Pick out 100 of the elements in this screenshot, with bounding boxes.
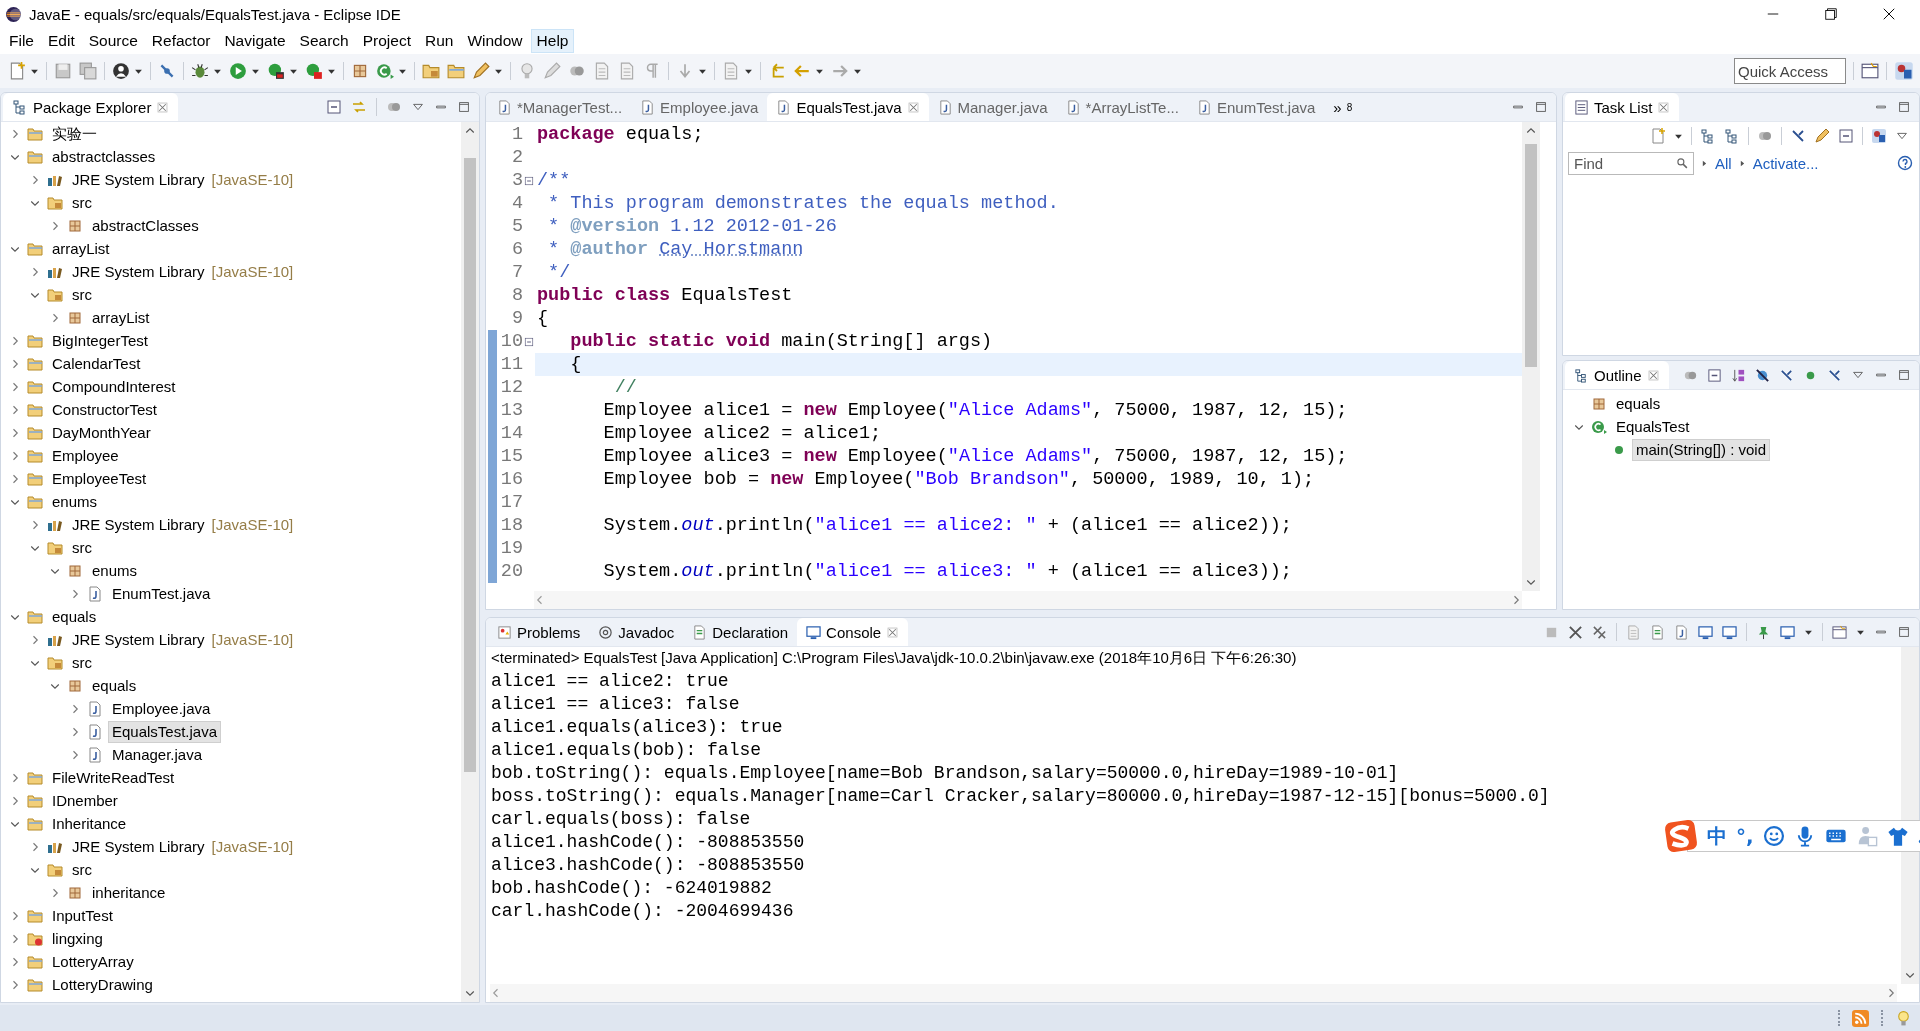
restore-icon[interactable]	[1824, 7, 1838, 21]
bug-icon[interactable]	[191, 62, 209, 80]
maximize-icon[interactable]	[457, 100, 471, 114]
new-console-icon[interactable]	[1832, 624, 1847, 640]
remove-all-icon[interactable]	[1592, 624, 1607, 640]
scrollbar[interactable]	[461, 122, 479, 1002]
tree-item[interactable]: JRE System Library	[68, 513, 209, 536]
sort-icon[interactable]	[1731, 367, 1746, 383]
input-mode-button[interactable]: 中	[1707, 822, 1727, 850]
editor-tab[interactable]: *ManagerTest...	[488, 93, 632, 121]
document-icon[interactable]	[1650, 624, 1665, 640]
tree-item[interactable]: src	[68, 651, 96, 674]
tree-item[interactable]: JRE System Library	[68, 260, 209, 283]
monitor-icon[interactable]	[1722, 624, 1737, 640]
package-icon[interactable]	[351, 62, 369, 80]
view-tab[interactable]: Declaration	[683, 618, 798, 646]
tree-item[interactable]: Employee	[48, 444, 123, 467]
tree-item[interactable]: EqualsTest	[1612, 415, 1694, 438]
editor-tab[interactable]: *ArrayListTe...	[1056, 93, 1188, 121]
help-icon[interactable]	[1897, 155, 1913, 171]
tree-item[interactable]: src	[68, 536, 96, 559]
editor-tab[interactable]: Manager.java	[928, 93, 1057, 121]
editor-tab[interactable]: EqualsTest.java	[767, 93, 929, 121]
collapse-all-icon[interactable]	[1838, 128, 1854, 144]
tree-item[interactable]: src	[68, 191, 96, 214]
tree-item[interactable]: equals	[48, 605, 101, 628]
document-icon[interactable]	[1674, 624, 1689, 640]
view-tab[interactable]: Outline	[1565, 361, 1669, 389]
logo-icon[interactable]	[1664, 819, 1698, 853]
view-tab[interactable]: Problems	[488, 618, 590, 646]
tree-item[interactable]: abstractClasses	[88, 214, 203, 237]
close-icon[interactable]	[1882, 7, 1896, 21]
tree-icon[interactable]	[1724, 128, 1740, 144]
tree-item[interactable]: Manager.java	[108, 743, 207, 766]
view-tab[interactable]: Javadoc	[589, 618, 684, 646]
tree-item[interactable]: EmployeeTest	[48, 467, 151, 490]
tree-item[interactable]: CompoundInterest	[48, 375, 180, 398]
lightbulb-icon[interactable]	[1895, 1009, 1912, 1027]
tree-item[interactable]: Employee.java	[108, 697, 215, 720]
rss-icon[interactable]	[1852, 1009, 1869, 1027]
perspective-icon[interactable]	[1894, 61, 1914, 81]
menu-item[interactable]: Run	[419, 29, 460, 53]
tree-item[interactable]: arrayList	[48, 237, 114, 260]
scrollbar[interactable]	[490, 984, 1897, 1002]
menu-item[interactable]: File	[3, 29, 40, 53]
slash-icon[interactable]	[158, 62, 176, 80]
filter-link[interactable]: All	[1715, 154, 1732, 172]
menu-item[interactable]: Help	[530, 29, 575, 53]
user-icon[interactable]	[112, 62, 130, 80]
find-field[interactable]: Find	[1568, 151, 1694, 175]
monitor-icon[interactable]	[1698, 624, 1713, 640]
tree-item[interactable]: equals	[1612, 392, 1665, 415]
tree-item[interactable]: enums	[48, 490, 102, 513]
tree-item[interactable]: equals	[88, 674, 141, 697]
class-icon[interactable]	[376, 62, 394, 80]
tree-item[interactable]: src	[68, 858, 96, 881]
window-icon[interactable]	[1861, 62, 1879, 80]
menu-item[interactable]: Project	[356, 29, 417, 53]
tree-item[interactable]: JRE System Library	[68, 168, 209, 191]
tree-item[interactable]: BigIntegerTest	[48, 329, 152, 352]
folder-icon[interactable]	[447, 62, 465, 80]
view-tab[interactable]: Console	[797, 618, 909, 646]
tree-item[interactable]: inheritance	[88, 881, 170, 904]
maximize-icon[interactable]	[1897, 100, 1911, 114]
toolbox-icon[interactable]	[305, 62, 323, 80]
folder-icon[interactable]	[422, 62, 440, 80]
tree-item[interactable]: IDnember	[48, 789, 122, 812]
tree-item[interactable]: enums	[88, 559, 142, 582]
collapse-all-icon[interactable]	[1707, 367, 1722, 383]
maximize-icon[interactable]	[1534, 100, 1548, 114]
tree-item[interactable]: Inheritance	[48, 812, 131, 835]
shirt-icon[interactable]	[1886, 825, 1909, 847]
menu-item[interactable]: Edit	[42, 29, 81, 53]
editor-tab[interactable]: Employee.java	[631, 93, 768, 121]
tree-item[interactable]: EqualsTest.java	[108, 720, 222, 743]
new-task-icon[interactable]	[1650, 128, 1666, 144]
tree-item[interactable]: src	[68, 283, 96, 306]
remove-icon[interactable]	[1568, 624, 1583, 640]
tree-item[interactable]: arrayList	[88, 306, 154, 329]
quick-access-field[interactable]: Quick Access	[1734, 58, 1846, 84]
disks-icon[interactable]	[79, 62, 97, 80]
tree-item[interactable]: DayMonthYear	[48, 421, 155, 444]
slash-icon[interactable]	[1790, 128, 1806, 144]
scrollbar[interactable]	[1901, 647, 1919, 984]
scrollbar[interactable]	[534, 591, 1522, 609]
editor-tab[interactable]: EnumTest.java	[1187, 93, 1325, 121]
tree-item[interactable]: 实验一	[48, 122, 101, 145]
view-tab[interactable]: Package Explorer	[3, 93, 179, 121]
menu-item[interactable]: Window	[461, 29, 529, 53]
tree-item[interactable]: main(String[]) : void	[1632, 438, 1771, 461]
tree-item[interactable]: JRE System Library	[68, 628, 209, 651]
collapse-all-icon[interactable]	[326, 99, 342, 115]
tree-item[interactable]: LotteryArray	[48, 950, 138, 973]
maximize-icon[interactable]	[1897, 625, 1911, 639]
menu-item[interactable]: Search	[293, 29, 355, 53]
collapse-icon[interactable]	[524, 336, 534, 347]
tree-item[interactable]: abstractclasses	[48, 145, 160, 168]
filter-link[interactable]: Activate...	[1752, 154, 1819, 172]
smiley-icon[interactable]	[1762, 825, 1785, 847]
tree-item[interactable]: ConstructorTest	[48, 398, 162, 421]
